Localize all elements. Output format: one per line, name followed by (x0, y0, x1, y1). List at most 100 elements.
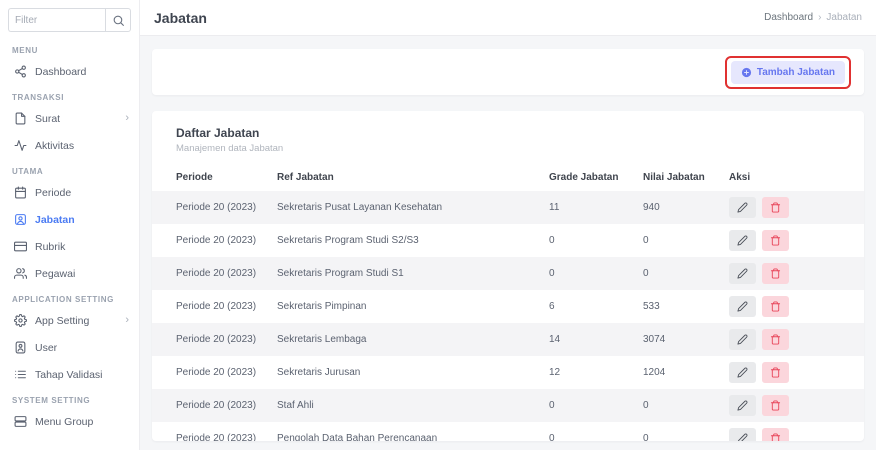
sidebar-item-menu-group[interactable]: Menu Group (0, 408, 139, 435)
cell-ref-jabatan: Sekretaris Program Studi S2/S3 (267, 224, 539, 257)
edit-button[interactable] (729, 428, 756, 441)
cell-periode: Periode 20 (2023) (152, 290, 267, 323)
cell-ref-jabatan: Sekretaris Pimpinan (267, 290, 539, 323)
delete-button[interactable] (762, 428, 789, 441)
sidebar-item-aktivitas[interactable]: Aktivitas (0, 132, 139, 159)
user-icon (13, 341, 27, 355)
sidebar-item-jabatan[interactable]: Jabatan (0, 206, 139, 233)
table-row: Periode 20 (2023) Sekretaris Program Stu… (152, 224, 864, 257)
edit-button[interactable] (729, 296, 756, 317)
delete-button[interactable] (762, 395, 789, 416)
add-jabatan-button[interactable]: Tambah Jabatan (731, 61, 845, 84)
table-row: Periode 20 (2023) Sekretaris Pusat Layan… (152, 191, 864, 224)
jabatan-table: Periode Ref Jabatan Grade Jabatan Nilai … (152, 164, 864, 441)
col-header-grade-jabatan: Grade Jabatan (539, 164, 633, 191)
sidebar-item-app-setting[interactable]: App Setting › (0, 307, 139, 334)
chevron-right-icon: › (125, 315, 129, 326)
sidebar-item-label: Dashboard (35, 66, 86, 78)
cell-aksi (719, 323, 864, 356)
annotation-highlight: Tambah Jabatan (725, 56, 851, 89)
col-header-aksi: Aksi (719, 164, 864, 191)
cell-ref-jabatan: Sekretaris Pusat Layanan Kesehatan (267, 191, 539, 224)
edit-button[interactable] (729, 362, 756, 383)
sidebar-item-label: Surat (35, 113, 60, 125)
sidebar-item-rubrik[interactable]: Rubrik (0, 233, 139, 260)
sidebar-item-label: Rubrik (35, 241, 65, 253)
sidebar-section-system-setting: SYSTEM SETTING (0, 388, 139, 408)
sidebar-item-label: App Setting (35, 315, 89, 327)
chevron-right-icon: › (125, 113, 129, 124)
edit-button[interactable] (729, 197, 756, 218)
sidebar-item-label: Periode (35, 187, 71, 199)
page-header: Jabatan Dashboard › Jabatan (140, 0, 876, 36)
pencil-icon (737, 400, 748, 411)
pencil-icon (737, 433, 748, 441)
edit-button[interactable] (729, 329, 756, 350)
table-row: Periode 20 (2023) Sekretaris Jurusan 12 … (152, 356, 864, 389)
cell-aksi (719, 290, 864, 323)
sidebar-item-user[interactable]: User (0, 334, 139, 361)
table-row: Periode 20 (2023) Sekretaris Program Stu… (152, 257, 864, 290)
breadcrumb: Dashboard › Jabatan (764, 12, 862, 23)
delete-button[interactable] (762, 230, 789, 251)
sidebar-item-surat[interactable]: Surat › (0, 105, 139, 132)
delete-button[interactable] (762, 329, 789, 350)
dashboard-icon (13, 65, 27, 79)
cell-aksi (719, 191, 864, 224)
sidebar-item-label: Tahap Validasi (35, 369, 103, 381)
cell-grade-jabatan: 6 (539, 290, 633, 323)
cell-periode: Periode 20 (2023) (152, 323, 267, 356)
table-header-row: Periode Ref Jabatan Grade Jabatan Nilai … (152, 164, 864, 191)
trash-icon (770, 235, 781, 246)
edit-button[interactable] (729, 395, 756, 416)
delete-button[interactable] (762, 296, 789, 317)
cell-periode: Periode 20 (2023) (152, 356, 267, 389)
delete-button[interactable] (762, 197, 789, 218)
trash-icon (770, 202, 781, 213)
sidebar-item-label: Jabatan (35, 214, 75, 226)
sidebar-item-label: Menu Group (35, 416, 93, 428)
sidebar-section-application-setting: APPLICATION SETTING (0, 287, 139, 307)
sidebar-item-periode[interactable]: Periode (0, 179, 139, 206)
cell-nilai-jabatan: 3074 (633, 323, 719, 356)
cell-aksi (719, 224, 864, 257)
sidebar-item-pegawai[interactable]: Pegawai (0, 260, 139, 287)
delete-button[interactable] (762, 362, 789, 383)
trash-icon (770, 367, 781, 378)
sidebar-section-menu: MENU (0, 38, 139, 58)
breadcrumb-dashboard[interactable]: Dashboard (764, 12, 813, 23)
delete-button[interactable] (762, 263, 789, 284)
file-icon (13, 112, 27, 126)
card-head: Daftar Jabatan Manajemen data Jabatan (152, 126, 864, 164)
plus-circle-icon (741, 67, 752, 78)
cell-grade-jabatan: 11 (539, 191, 633, 224)
col-header-ref-jabatan: Ref Jabatan (267, 164, 539, 191)
jabatan-list-card: Daftar Jabatan Manajemen data Jabatan Pe… (152, 111, 864, 441)
table-row: Periode 20 (2023) Sekretaris Lembaga 14 … (152, 323, 864, 356)
filter-search-button[interactable] (105, 8, 131, 32)
jabatan-table-body: Periode 20 (2023) Sekretaris Pusat Layan… (152, 191, 864, 441)
add-jabatan-label: Tambah Jabatan (757, 67, 835, 78)
cell-aksi (719, 257, 864, 290)
pencil-icon (737, 301, 748, 312)
cell-ref-jabatan: Sekretaris Program Studi S1 (267, 257, 539, 290)
sidebar-filter (0, 0, 139, 38)
sidebar-item-tahap-validasi[interactable]: Tahap Validasi (0, 361, 139, 388)
pencil-icon (737, 334, 748, 345)
cell-grade-jabatan: 12 (539, 356, 633, 389)
cell-periode: Periode 20 (2023) (152, 422, 267, 441)
filter-input[interactable] (8, 8, 105, 32)
cell-nilai-jabatan: 0 (633, 422, 719, 441)
sidebar-item-dashboard[interactable]: Dashboard (0, 58, 139, 85)
gear-icon (13, 314, 27, 328)
cell-nilai-jabatan: 533 (633, 290, 719, 323)
sidebar-item-label: User (35, 342, 57, 354)
main-area: Jabatan Dashboard › Jabatan Tambah Jabat… (140, 0, 876, 450)
pencil-icon (737, 202, 748, 213)
sidebar: MENU Dashboard TRANSAKSI Surat › Aktivit… (0, 0, 140, 450)
edit-button[interactable] (729, 230, 756, 251)
edit-button[interactable] (729, 263, 756, 284)
table-row: Periode 20 (2023) Staf Ahli 0 0 (152, 389, 864, 422)
breadcrumb-current: Jabatan (826, 12, 862, 23)
user-badge-icon (13, 213, 27, 227)
